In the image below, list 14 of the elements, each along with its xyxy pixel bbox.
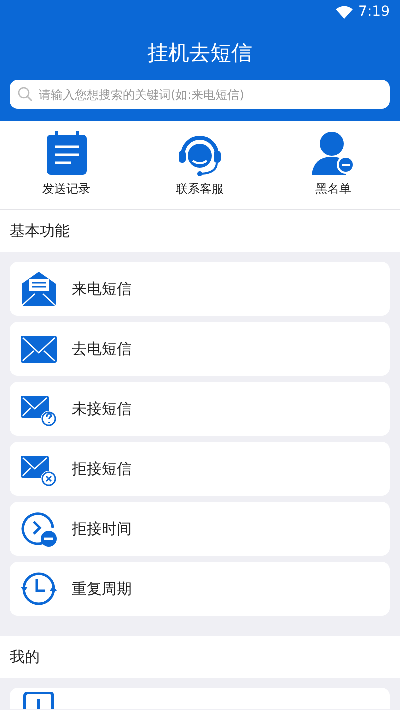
menu-item[interactable]: 来电短信 <box>10 262 390 316</box>
section-title: 基本功能 <box>0 210 400 252</box>
shortcut-button[interactable]: 发送记录 <box>0 121 134 209</box>
menu-item[interactable]: 去电短信 <box>10 322 390 376</box>
menu-item[interactable]: 未接短信 <box>10 382 390 436</box>
menu-item[interactable]: 重复周期 <box>10 562 390 616</box>
menu-item[interactable]: 拒接短信 <box>10 442 390 496</box>
app-title: 挂机去短信 <box>146 40 254 67</box>
section-title: 我的 <box>0 636 400 678</box>
search-field[interactable]: 请输入您想搜索的关键词(如:来电短信) <box>10 80 390 109</box>
shortcut-button[interactable]: 黑名单 <box>266 121 400 209</box>
status-time: 7:19 <box>358 4 390 20</box>
menu-item[interactable]: 拒接时间 <box>10 502 390 556</box>
shortcut-button[interactable]: 联系客服 <box>133 121 267 209</box>
